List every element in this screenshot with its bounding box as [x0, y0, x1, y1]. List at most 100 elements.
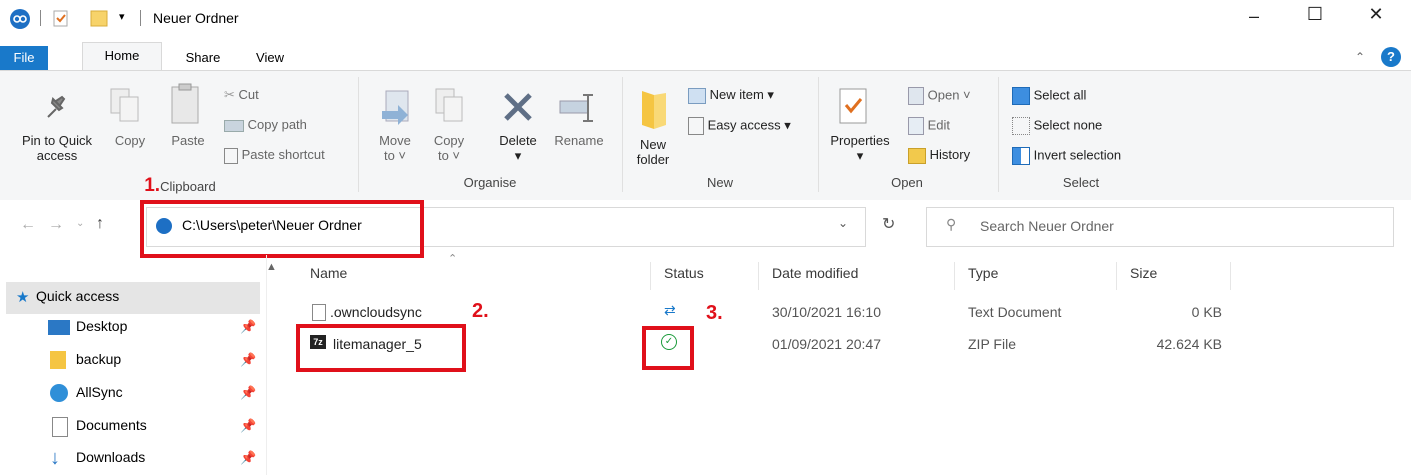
back-icon[interactable]: ←	[20, 216, 36, 234]
nav-item-quick-access[interactable]: ★ Quick access	[6, 282, 260, 314]
file-row[interactable]	[300, 300, 1230, 324]
title-bar: ▾ Neuer Ordner – ☐ ✕	[0, 0, 1411, 38]
copy-button[interactable]: Copy	[112, 133, 148, 148]
tab-view[interactable]: View	[252, 46, 288, 72]
new-item-button[interactable]: New item ▾	[688, 87, 774, 104]
file-type: ZIP File	[968, 336, 1016, 352]
annotation-2: 2.	[472, 300, 489, 322]
open-label: Open ˅	[927, 87, 971, 103]
pin-icon[interactable]: 📌	[240, 385, 256, 401]
column-divider[interactable]	[650, 262, 651, 290]
column-header-type[interactable]: Type	[968, 265, 998, 281]
new-folder-quick-icon[interactable]	[90, 8, 108, 31]
help-icon[interactable]: ?	[1381, 47, 1401, 67]
scissors-icon: ✂	[224, 87, 235, 102]
group-separator	[998, 77, 999, 192]
scroll-up-icon[interactable]: ▲	[266, 261, 277, 273]
open-button[interactable]: Open ˅	[908, 87, 971, 105]
forward-icon[interactable]: →	[48, 216, 64, 234]
scrollbar-track[interactable]	[266, 255, 267, 475]
edit-button[interactable]: Edit	[908, 117, 950, 135]
nav-item-documents[interactable]: Documents 📌	[14, 411, 264, 443]
pin-icon[interactable]: 📌	[240, 418, 256, 434]
maximize-icon[interactable]: ☐	[1303, 4, 1327, 28]
properties-quick-icon[interactable]	[52, 8, 70, 31]
copy-path-button[interactable]: Copy path	[224, 117, 307, 132]
column-header-status[interactable]: Status	[664, 265, 704, 281]
file-date: 01/09/2021 20:47	[772, 336, 881, 352]
select-none-icon	[1012, 117, 1030, 135]
select-all-button[interactable]: Select all	[1012, 87, 1086, 105]
column-header-date-modified[interactable]: Date modified	[772, 265, 858, 281]
highlight-box-file	[296, 324, 466, 372]
new-item-icon	[688, 87, 706, 104]
separator	[140, 10, 141, 26]
paste-shortcut-icon	[224, 147, 238, 164]
delete-button[interactable]: Delete ▾	[490, 133, 546, 163]
invert-selection-button[interactable]: Invert selection	[1012, 147, 1121, 165]
tab-home[interactable]: Home	[82, 42, 162, 71]
move-to-button[interactable]: Move to ˅	[372, 133, 418, 163]
collapse-ribbon-icon[interactable]: ⌃	[1355, 50, 1365, 64]
new-folder-button[interactable]: New folder	[628, 137, 678, 167]
address-dropdown-icon[interactable]: ⌄	[838, 216, 848, 230]
column-header-name[interactable]: Name	[310, 265, 347, 281]
pin-icon[interactable]: 📌	[240, 319, 256, 335]
nav-item-backup[interactable]: backup 📌	[14, 345, 264, 377]
tab-share[interactable]: Share	[178, 46, 228, 72]
clipboard-group-label: 1.Clipboard	[144, 175, 216, 196]
highlight-box-status	[642, 326, 694, 370]
ribbon: Pin to Quick access Copy Paste ✂ Cut Copy…	[0, 70, 1411, 202]
separator	[40, 10, 41, 26]
up-icon[interactable]: ↑	[96, 215, 104, 233]
search-placeholder: Search Neuer Ordner	[980, 218, 1114, 234]
column-divider[interactable]	[954, 262, 955, 290]
group-separator	[622, 77, 623, 192]
column-divider[interactable]	[1230, 262, 1231, 290]
column-divider[interactable]	[758, 262, 759, 290]
file-type: Text Document	[968, 304, 1062, 320]
column-divider[interactable]	[1116, 262, 1117, 290]
column-header-size[interactable]: Size	[1130, 265, 1157, 281]
close-icon[interactable]: ✕	[1364, 4, 1388, 28]
customize-toolbar-icon[interactable]: ▾	[119, 10, 125, 23]
select-group-label: Select	[1062, 175, 1100, 190]
pin-icon[interactable]: 📌	[240, 450, 256, 466]
paste-button[interactable]: Paste	[168, 133, 208, 148]
refresh-icon[interactable]: ↻	[882, 214, 895, 234]
nav-item-allsync[interactable]: AllSync 📌	[14, 378, 264, 410]
folder-icon	[50, 351, 66, 369]
ribbon-tabs: File Home Share View ⌃ ?	[0, 38, 1411, 72]
edit-icon	[908, 117, 924, 135]
history-button[interactable]: History	[908, 147, 970, 164]
owncloud-app-icon[interactable]	[10, 9, 30, 29]
tab-file[interactable]: File	[0, 46, 48, 70]
pin-to-quick-access-button[interactable]: Pin to Quick access	[0, 133, 114, 163]
download-icon: ↓	[50, 447, 60, 469]
properties-button[interactable]: Properties ▾	[822, 133, 898, 163]
recent-locations-icon[interactable]: ⌄	[76, 218, 84, 229]
nav-item-downloads[interactable]: ↓ Downloads 📌	[14, 443, 264, 475]
easy-access-button[interactable]: Easy access ▾	[688, 117, 791, 135]
properties-icon	[838, 87, 870, 130]
paste-shortcut-button[interactable]: Paste shortcut	[224, 147, 325, 164]
rename-button[interactable]: Rename	[550, 133, 608, 148]
new-group-label: New	[706, 175, 733, 190]
copy-to-button[interactable]: Copy to ˅	[426, 133, 472, 163]
pin-icon[interactable]: 📌	[240, 352, 256, 368]
edit-label: Edit	[927, 117, 951, 133]
pin-icon	[40, 91, 70, 124]
copy-path-label: Copy path	[247, 117, 307, 132]
select-none-button[interactable]: Select none	[1012, 117, 1102, 135]
easy-access-icon	[688, 117, 704, 135]
file-name: .owncloudsync	[330, 304, 422, 320]
window-title: Neuer Ordner	[153, 10, 239, 26]
cut-button[interactable]: ✂ Cut	[224, 87, 259, 103]
copy-path-icon	[224, 119, 244, 132]
minimize-icon[interactable]: –	[1242, 6, 1266, 30]
annotation-1: 1.	[144, 175, 161, 196]
select-all-icon	[1012, 87, 1030, 105]
text-file-icon	[312, 304, 326, 321]
nav-item-desktop[interactable]: Desktop 📌	[14, 312, 264, 344]
nav-label: AllSync	[76, 384, 123, 400]
